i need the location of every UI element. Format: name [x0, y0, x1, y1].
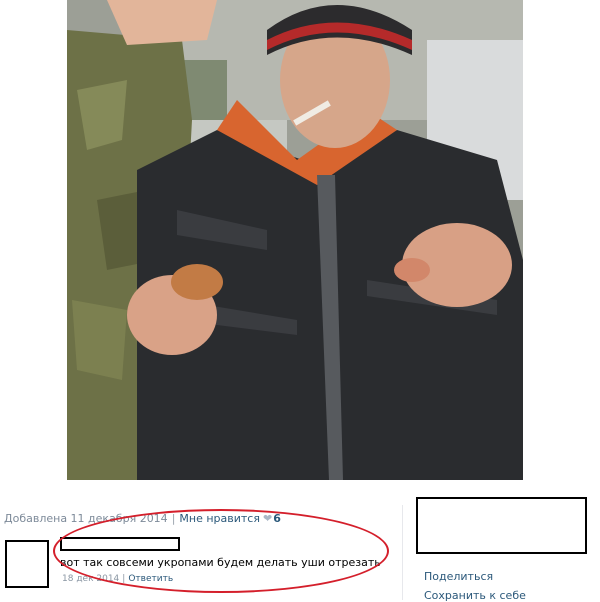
- comment-date[interactable]: 18 дек 2014: [62, 574, 119, 584]
- photo-illustration: [67, 0, 523, 480]
- reply-link[interactable]: Ответить: [128, 574, 173, 584]
- share-link[interactable]: Поделиться: [424, 570, 493, 583]
- post-photo[interactable]: [67, 0, 523, 480]
- post-date: Добавлена 11 декабря 2014: [4, 512, 168, 525]
- commenter-name-redacted[interactable]: [60, 537, 180, 551]
- like-count[interactable]: 6: [273, 512, 281, 525]
- save-link[interactable]: Сохранить к себе: [424, 589, 526, 602]
- comment-text: вот так совсеми укропами будем делать уш…: [60, 556, 381, 569]
- column-divider: [402, 505, 403, 600]
- heart-icon[interactable]: ❤: [263, 512, 272, 525]
- commenter-avatar-redacted[interactable]: [5, 540, 49, 588]
- separator: |: [171, 512, 176, 525]
- comment-meta: 18 дек 2014 | Ответить: [62, 574, 173, 584]
- redacted-box: [416, 497, 587, 554]
- separator: |: [122, 574, 126, 584]
- like-button[interactable]: Мне нравится: [179, 512, 260, 525]
- post-meta: Добавлена 11 декабря 2014 | Мне нравится ❤6: [4, 512, 281, 525]
